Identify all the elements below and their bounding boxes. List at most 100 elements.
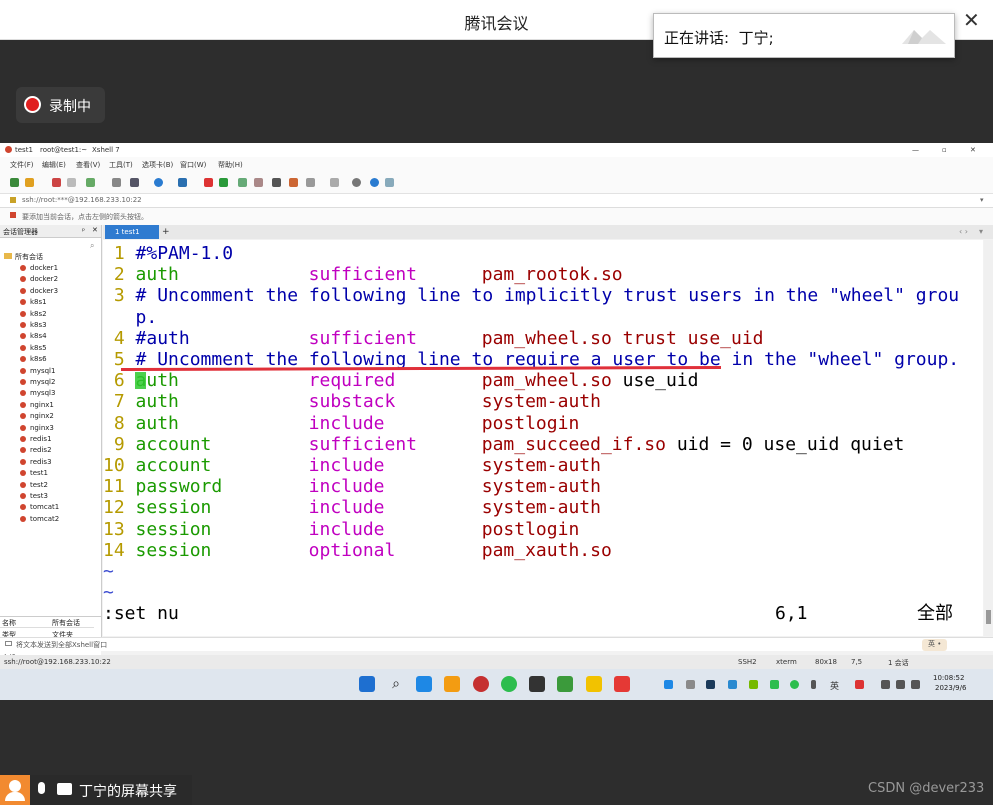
- search-icon[interactable]: ⌕: [90, 241, 94, 251]
- display-icon[interactable]: [881, 680, 890, 689]
- menu-edit[interactable]: 编辑(E): [42, 160, 66, 170]
- session-item[interactable]: k8s4: [20, 332, 47, 340]
- session-item[interactable]: nginx3: [20, 424, 54, 432]
- tray-icon[interactable]: [664, 680, 673, 689]
- xshell-close-icon[interactable]: ✕: [970, 146, 976, 154]
- session-item[interactable]: tomcat2: [20, 515, 59, 523]
- find-icon[interactable]: [112, 178, 121, 187]
- session-item[interactable]: docker2: [20, 275, 58, 283]
- pin-icon[interactable]: ᵖ: [82, 227, 85, 235]
- session-item[interactable]: test1: [20, 469, 48, 477]
- session-root[interactable]: 所有会话: [4, 252, 43, 262]
- sogou-icon[interactable]: [855, 680, 864, 689]
- session-item[interactable]: k8s6: [20, 355, 47, 363]
- menu-help[interactable]: 帮助(H): [218, 160, 243, 170]
- screen-share-icon[interactable]: [57, 783, 72, 795]
- mic-icon[interactable]: [811, 680, 816, 689]
- maximize-icon[interactable]: ▫: [942, 146, 947, 154]
- menu-window[interactable]: 窗口(W): [180, 160, 206, 170]
- session-item[interactable]: docker3: [20, 287, 58, 295]
- script-icon[interactable]: [238, 178, 247, 187]
- print-icon[interactable]: [130, 178, 139, 187]
- steam-icon[interactable]: [706, 680, 715, 689]
- mic-icon[interactable]: [38, 782, 45, 794]
- session-item[interactable]: redis1: [20, 435, 52, 443]
- highlight-icon[interactable]: [289, 178, 298, 187]
- session-item[interactable]: mysql3: [20, 389, 55, 397]
- ime-icon[interactable]: 英: [830, 679, 839, 692]
- help-icon[interactable]: [370, 178, 379, 187]
- scrollbar-thumb[interactable]: [986, 610, 991, 624]
- snipping-icon[interactable]: [444, 676, 460, 692]
- compose-bar[interactable]: 将文本发送到全部Xshell窗口 英 •: [0, 637, 993, 651]
- nvidia-icon[interactable]: [749, 680, 758, 689]
- address-dropdown-icon[interactable]: ▾: [980, 196, 984, 204]
- wechat-tray-icon[interactable]: [770, 680, 779, 689]
- line-number: [103, 307, 125, 328]
- tab-nav-icon[interactable]: ‹ ›: [959, 227, 968, 236]
- menu-file[interactable]: 文件(F): [10, 160, 34, 170]
- wechat-icon[interactable]: [501, 676, 517, 692]
- terminal-scrollbar[interactable]: [984, 240, 993, 636]
- session-item[interactable]: mysql2: [20, 378, 55, 386]
- gear-icon[interactable]: [352, 178, 361, 187]
- search-taskbar-icon[interactable]: ⌕: [388, 676, 404, 692]
- session-item[interactable]: nginx2: [20, 412, 54, 420]
- tab-test1[interactable]: 1 test1: [105, 225, 159, 239]
- photos-icon[interactable]: [416, 676, 432, 692]
- paste-icon[interactable]: [86, 178, 95, 187]
- editor-icon[interactable]: [557, 676, 573, 692]
- chat-icon[interactable]: [385, 178, 394, 187]
- ime-indicator[interactable]: 英 •: [922, 639, 948, 651]
- session-item[interactable]: redis3: [20, 458, 52, 466]
- xftp-icon[interactable]: [204, 178, 213, 187]
- globe-icon[interactable]: [154, 178, 163, 187]
- typora-icon[interactable]: [529, 676, 545, 692]
- session-icon: [20, 299, 26, 306]
- xshell-taskbar-icon[interactable]: [473, 676, 489, 692]
- minimize-icon[interactable]: —: [912, 146, 919, 154]
- session-item[interactable]: k8s1: [20, 298, 47, 306]
- session-item[interactable]: tomcat1: [20, 503, 59, 511]
- tab-menu-icon[interactable]: ▾: [979, 227, 983, 236]
- close-icon[interactable]: ✕: [963, 8, 980, 32]
- menu-tools[interactable]: 工具(T): [109, 160, 133, 170]
- copy-icon[interactable]: [67, 178, 76, 187]
- folder-taskbar-icon[interactable]: [586, 676, 602, 692]
- wps-icon[interactable]: [614, 676, 630, 692]
- session-item[interactable]: docker1: [20, 264, 58, 272]
- chat-tray-icon[interactable]: [790, 680, 799, 689]
- battery-icon[interactable]: [911, 680, 920, 689]
- menu-tabs[interactable]: 选项卡(B): [142, 160, 173, 170]
- session-item[interactable]: k8s3: [20, 321, 47, 329]
- address-bar[interactable]: ssh://root:***@192.168.233.10:22 ▾: [0, 194, 993, 208]
- cloud-icon[interactable]: [728, 680, 737, 689]
- start-icon[interactable]: [359, 676, 375, 692]
- compose-icon[interactable]: [306, 178, 315, 187]
- session-item[interactable]: test2: [20, 481, 48, 489]
- session-item[interactable]: test3: [20, 492, 48, 500]
- terminal[interactable]: 1 #%PAM-1.0 2 auth sufficient pam_rootok.s…: [103, 240, 983, 636]
- layout-icon[interactable]: [330, 178, 339, 187]
- recording-indicator[interactable]: 录制中: [16, 87, 105, 123]
- disconnect-icon[interactable]: [52, 178, 61, 187]
- xshell-icon[interactable]: [219, 178, 228, 187]
- tray-monitor-icon[interactable]: [686, 680, 695, 689]
- volume-icon[interactable]: [896, 680, 905, 689]
- module-name: pam_rootok.so: [481, 264, 623, 286]
- session-item[interactable]: k8s2: [20, 310, 47, 318]
- font-icon[interactable]: [178, 178, 187, 187]
- add-tab-icon[interactable]: +: [162, 227, 170, 237]
- session-item[interactable]: k8s5: [20, 344, 47, 352]
- panel-close-icon[interactable]: ✕: [92, 226, 98, 234]
- session-item[interactable]: redis2: [20, 446, 52, 454]
- new-session-icon[interactable]: [10, 178, 19, 187]
- keyboard-icon[interactable]: [272, 178, 281, 187]
- session-item[interactable]: nginx1: [20, 401, 54, 409]
- open-folder-icon[interactable]: [25, 178, 34, 187]
- session-item[interactable]: mysql1: [20, 367, 55, 375]
- recording-label: 录制中: [49, 99, 91, 115]
- user-icon[interactable]: [0, 775, 30, 805]
- menu-view[interactable]: 查看(V): [76, 160, 100, 170]
- lock-icon[interactable]: [254, 178, 263, 187]
